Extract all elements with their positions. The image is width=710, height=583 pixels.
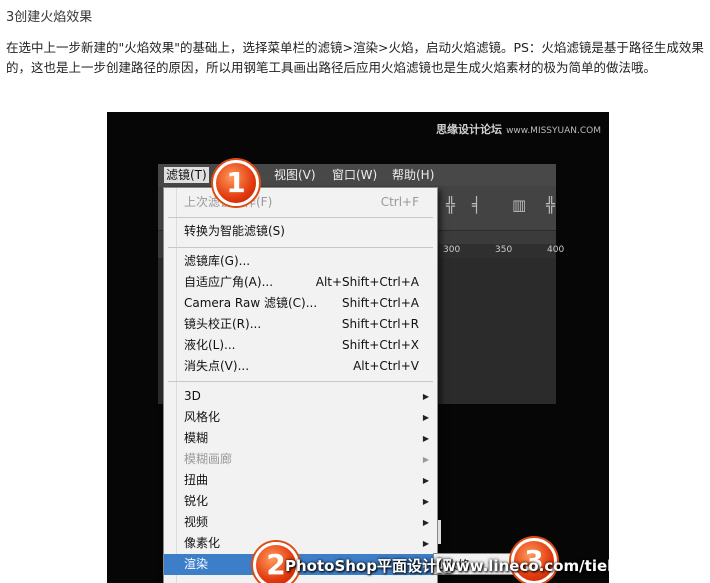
menu-item-distort[interactable]: 扭曲 ▶ xyxy=(164,470,437,491)
align-right-icon[interactable]: ╡ xyxy=(472,196,481,214)
step-badge-1: 1 xyxy=(213,160,259,206)
menu-item-camera-raw[interactable]: Camera Raw 滤镜(C)... Shift+Ctrl+A xyxy=(164,293,437,314)
menu-item-lens-correction[interactable]: 镜头校正(R)... Shift+Ctrl+R xyxy=(164,314,437,335)
submenu-arrow-icon: ▶ xyxy=(422,518,429,527)
horizontal-ruler: 300 350 400 xyxy=(433,244,564,258)
ruler-tick: 300 xyxy=(443,245,461,255)
menu-item-smart-filter[interactable]: 转换为智能滤镜(S) xyxy=(164,221,437,242)
top-watermark: 思缘设计论坛 www.MISSYUAN.COM xyxy=(436,123,601,136)
submenu-arrow-icon: ▶ xyxy=(422,392,429,401)
distribute-more-icon[interactable]: ╬ xyxy=(546,196,555,214)
submenu-arrow-icon: ▶ xyxy=(422,413,429,422)
menu-filter[interactable]: 滤镜(T) xyxy=(164,167,209,183)
submenu-arrow-icon: ▶ xyxy=(422,476,429,485)
menu-item-blur[interactable]: 模糊 ▶ xyxy=(164,428,437,449)
menu-item-gallery[interactable]: 滤镜库(G)... xyxy=(164,251,437,272)
menu-item-last-filter[interactable]: 上次滤镜操作(F) Ctrl+F xyxy=(164,192,437,213)
menu-item-sharpen[interactable]: 锐化 ▶ xyxy=(164,491,437,512)
distribute-icon[interactable]: ▥ xyxy=(512,196,526,214)
menu-separator xyxy=(168,381,433,382)
bottom-watermark-right: 【www.lineco.com/tieba/1783】 xyxy=(427,557,609,575)
menu-separator xyxy=(168,217,433,218)
menu-item-vanishing-point[interactable]: 消失点(V)... Alt+Ctrl+V xyxy=(164,356,437,377)
menu-window[interactable]: 窗口(W) xyxy=(332,167,377,183)
photoshop-screenshot: 思缘设计论坛 www.MISSYUAN.COM 滤镜(T) 视图(V) 窗口(W)… xyxy=(107,112,609,583)
menu-item-liquify[interactable]: 液化(L)... Shift+Ctrl+X xyxy=(164,335,437,356)
article-paragraph: 在选中上一步新建的"火焰效果"的基础上，选择菜单栏的滤镜>渲染>火焰，启动火焰滤… xyxy=(6,40,704,75)
menu-separator xyxy=(168,247,433,248)
menu-help[interactable]: 帮助(H) xyxy=(392,167,434,183)
menu-item-adaptive-wide-angle[interactable]: 自适应广角(A)... Alt+Shift+Ctrl+A xyxy=(164,272,437,293)
menu-item-3d[interactable]: 3D ▶ xyxy=(164,386,437,407)
menu-item-pixelate[interactable]: 像素化 ▶ xyxy=(164,533,437,554)
filter-menu: 上次滤镜操作(F) Ctrl+F 转换为智能滤镜(S) 滤镜库(G)... 自适… xyxy=(163,187,438,583)
ruler-tick: 350 xyxy=(495,245,513,255)
text-cursor xyxy=(438,520,441,544)
article-heading: 3创建火焰效果 xyxy=(6,10,93,25)
menu-view[interactable]: 视图(V) xyxy=(274,167,316,183)
submenu-arrow-icon: ▶ xyxy=(422,497,429,506)
submenu-arrow-icon: ▶ xyxy=(422,434,429,443)
ruler-tick: 400 xyxy=(547,245,565,255)
align-center-icon[interactable]: ╬ xyxy=(446,196,455,214)
menu-item-video[interactable]: 视频 ▶ xyxy=(164,512,437,533)
submenu-arrow-icon: ▶ xyxy=(422,455,429,464)
submenu-arrow-icon: ▶ xyxy=(422,539,429,548)
menu-item-stylize[interactable]: 风格化 ▶ xyxy=(164,407,437,428)
menu-item-blur-gallery[interactable]: 模糊画廊 ▶ xyxy=(164,449,437,470)
